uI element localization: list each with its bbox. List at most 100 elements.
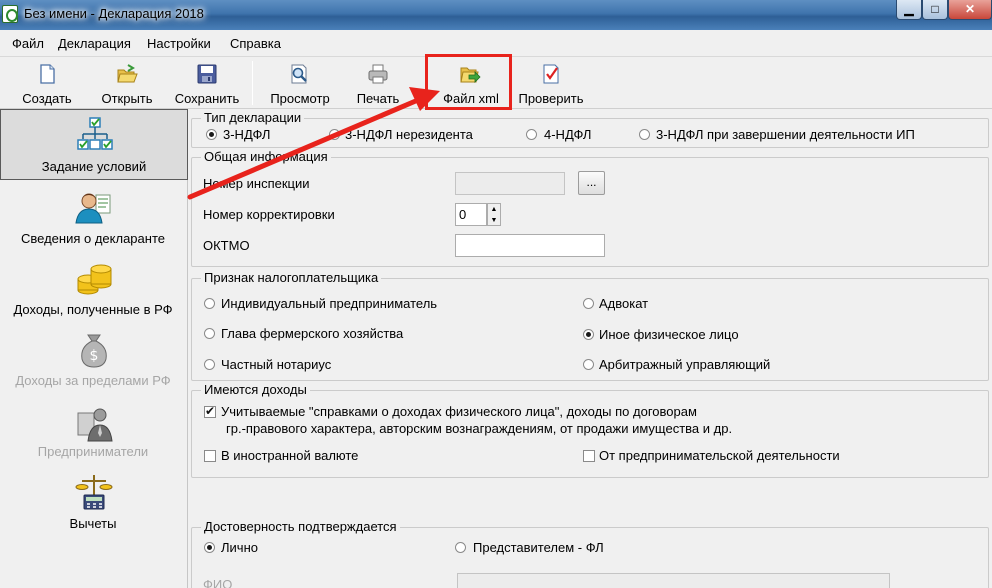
correction-label: Номер корректировки	[203, 207, 335, 222]
label-lawyer: Адвокат	[599, 296, 649, 311]
confirmation-group: Достоверность подтверждается Лично Предс…	[191, 519, 989, 588]
inspection-field[interactable]	[456, 173, 564, 194]
check-label: Проверить	[518, 91, 584, 106]
coins-icon	[77, 264, 112, 295]
app-icon	[2, 5, 18, 23]
title-bar: Без имени - Декларация 2018 ▁ □ ✕	[0, 0, 992, 30]
floppy-disk-icon	[197, 64, 217, 84]
radio-individual-entrepreneur[interactable]	[204, 298, 215, 309]
menu-help[interactable]: Справка	[230, 36, 281, 51]
label-private-notary: Частный нотариус	[221, 357, 332, 372]
nav-label-declarant: Сведения о декларанте	[21, 231, 165, 246]
fio-label: ФИО	[203, 577, 233, 588]
spin-down-icon[interactable]: ▼	[488, 215, 500, 226]
menu-bar: Файл Декларация Настройки Справка	[0, 30, 992, 57]
nav-item-income-rf[interactable]: Доходы, полученные в РФ	[0, 256, 188, 324]
open-button[interactable]: Открыть	[94, 57, 160, 109]
radio-3ndfl-ip-closing[interactable]	[639, 129, 650, 140]
spin-up-icon[interactable]: ▲	[488, 204, 500, 215]
correction-field[interactable]	[456, 204, 486, 225]
confirmation-title: Достоверность подтверждается	[201, 519, 400, 534]
taxpayer-type-title: Признак налогоплательщика	[201, 270, 382, 285]
print-label: Печать	[356, 91, 400, 106]
label-foreign-currency: В иностранной валюте	[221, 448, 359, 463]
money-bag-icon: $	[81, 334, 107, 368]
radio-personally[interactable]	[204, 542, 215, 553]
scales-calculator-icon	[75, 475, 113, 510]
nav-item-deductions[interactable]: Вычеты	[0, 469, 188, 537]
checklist-icon	[543, 64, 559, 84]
menu-declaration[interactable]: Декларация	[58, 36, 131, 51]
new-document-icon	[40, 64, 55, 84]
label-business-income: От предпринимательской деятельности	[599, 448, 840, 463]
left-navigation: Задание условий Сведения о декларанте До…	[0, 109, 188, 588]
menu-file[interactable]: Файл	[12, 36, 44, 51]
person-icon	[75, 193, 111, 224]
close-button[interactable]: ✕	[948, 0, 992, 20]
declaration-type-title: Тип декларации	[201, 110, 305, 125]
entrepreneur-icon	[77, 408, 113, 442]
checkbox-business-income[interactable]	[583, 450, 595, 462]
correction-spinner[interactable]: ▲ ▼	[487, 203, 501, 226]
toolbar-separator	[252, 61, 253, 105]
save-label: Сохранить	[174, 91, 240, 106]
nav-item-income-abroad[interactable]: $ Доходы за пределами РФ	[0, 327, 188, 395]
fio-input[interactable]	[457, 573, 890, 588]
radio-farm-head[interactable]	[204, 328, 215, 339]
income-group: Имеются доходы Учитываемые "справками о …	[191, 382, 989, 478]
nav-item-declarant[interactable]: Сведения о декларанте	[0, 185, 188, 253]
oktmo-field[interactable]	[456, 235, 604, 256]
label-4ndfl: 4-НДФЛ	[544, 127, 592, 142]
radio-other-individual[interactable]	[583, 329, 594, 340]
label-3ndfl-ip-closing: 3-НДФЛ при завершении деятельности ИП	[656, 127, 915, 142]
label-certificate-income-line1: Учитываемые "справками о доходах физичес…	[221, 404, 697, 419]
label-3ndfl-nonresident: 3-НДФЛ нерезидента	[345, 127, 473, 142]
inspection-input[interactable]	[455, 172, 565, 195]
create-label: Создать	[22, 91, 72, 106]
minimize-button[interactable]: ▁	[896, 0, 922, 20]
income-title: Имеются доходы	[201, 382, 310, 397]
main-content: Тип декларации 3-НДФЛ 3-НДФЛ нерезидента…	[189, 109, 992, 588]
checkbox-certificate-income[interactable]	[204, 404, 216, 418]
check-button[interactable]: Проверить	[514, 57, 588, 109]
radio-private-notary[interactable]	[204, 359, 215, 370]
nav-item-entrepreneurs[interactable]: Предприниматели	[0, 401, 188, 469]
window-title: Без имени - Декларация 2018	[24, 6, 204, 21]
preview-button[interactable]: Просмотр	[264, 57, 336, 109]
label-arbitration-manager: Арбитражный управляющий	[599, 357, 771, 372]
radio-3ndfl-nonresident[interactable]	[329, 129, 340, 140]
correction-input[interactable]	[455, 203, 487, 226]
printer-icon	[368, 64, 388, 84]
label-other-individual: Иное физическое лицо	[599, 327, 739, 342]
label-personally: Лично	[221, 540, 258, 555]
radio-3ndfl[interactable]	[206, 129, 217, 140]
inspection-label: Номер инспекции	[203, 176, 310, 191]
nav-label-deductions: Вычеты	[69, 516, 117, 531]
checkbox-foreign-currency[interactable]	[204, 450, 216, 462]
radio-representative[interactable]	[455, 542, 466, 553]
general-info-group: Общая информация Номер инспекции ... Ном…	[191, 149, 989, 267]
annotation-highlight-box	[425, 54, 512, 110]
radio-lawyer[interactable]	[583, 298, 594, 309]
radio-arbitration-manager[interactable]	[583, 359, 594, 370]
magnifier-preview-icon	[291, 64, 307, 84]
label-farm-head: Глава фермерского хозяйства	[221, 326, 404, 341]
print-button[interactable]: Печать	[346, 57, 410, 109]
oktmo-label: ОКТМО	[203, 238, 250, 253]
conditions-tree-icon	[77, 117, 113, 150]
nav-label-income-rf: Доходы, полученные в РФ	[13, 302, 173, 317]
radio-4ndfl[interactable]	[526, 129, 537, 140]
create-button[interactable]: Создать	[14, 57, 80, 109]
general-info-title: Общая информация	[201, 149, 331, 164]
menu-settings[interactable]: Настройки	[147, 36, 211, 51]
open-folder-icon	[117, 64, 138, 83]
svg-text:$: $	[90, 348, 99, 364]
inspection-browse-button[interactable]: ...	[578, 171, 605, 195]
maximize-button[interactable]: □	[922, 0, 948, 20]
nav-label-income-abroad: Доходы за пределами РФ	[15, 373, 171, 388]
save-button[interactable]: Сохранить	[170, 57, 244, 109]
label-certificate-income-line2: гр.-правового характера, авторским возна…	[226, 421, 733, 436]
oktmo-input[interactable]	[455, 234, 605, 257]
open-label: Открыть	[101, 91, 153, 106]
nav-item-conditions[interactable]: Задание условий	[0, 109, 188, 180]
